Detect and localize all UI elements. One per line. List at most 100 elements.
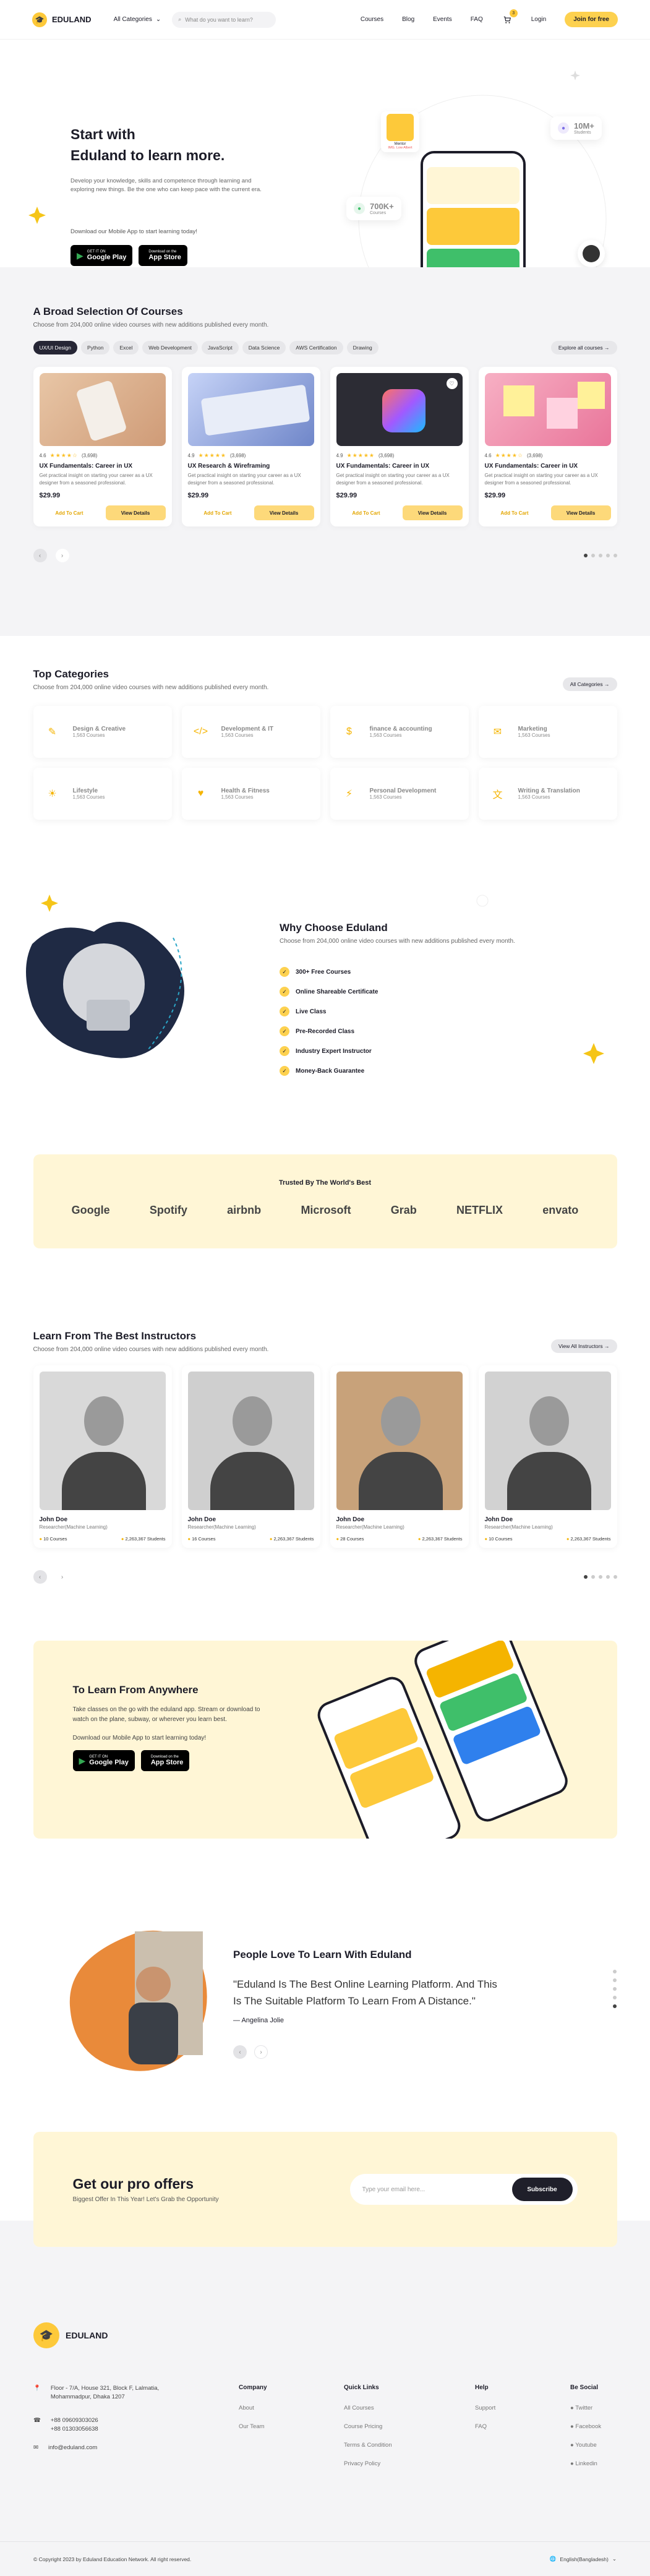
login-link[interactable]: Login [531, 16, 546, 23]
explore-courses-button[interactable]: Explore all courses → [550, 341, 617, 354]
chip-aws[interactable]: AWS Certification [289, 341, 343, 354]
dot[interactable] [591, 1575, 595, 1579]
join-button[interactable]: Join for free [565, 12, 618, 27]
footer-logo[interactable]: 🎓 EDULAND [33, 2322, 108, 2348]
footer-link-facebook[interactable]: ● Facebook [570, 2423, 601, 2442]
nav-events[interactable]: Events [433, 16, 452, 23]
instructor-name[interactable]: John Doe [40, 1516, 166, 1523]
category-card[interactable]: ♥ Health & Fitness 1,563 Courses [181, 768, 320, 820]
dot[interactable] [598, 1575, 602, 1579]
instructor-name[interactable]: John Doe [336, 1516, 463, 1523]
view-details-button[interactable]: View Details [254, 505, 314, 520]
search-input[interactable]: What do you want to learn? [185, 17, 253, 23]
dot[interactable] [605, 554, 610, 557]
chip-datascience[interactable]: Data Science [242, 341, 286, 354]
dot[interactable] [613, 2004, 617, 2008]
instructor-name[interactable]: John Doe [188, 1516, 314, 1523]
nav-blog[interactable]: Blog [402, 16, 414, 23]
heart-icon[interactable]: ♡ [446, 378, 458, 389]
category-card[interactable]: $ finance & accounting 1,563 Courses [330, 706, 469, 758]
footer-link-support[interactable]: Support [475, 2405, 495, 2423]
chip-excel[interactable]: Excel [113, 341, 139, 354]
instructor-card[interactable]: John Doe Researcher(Machine Learning) ● 28… [330, 1365, 469, 1548]
dot[interactable] [583, 1575, 588, 1579]
add-to-cart-button[interactable]: Add To Cart [484, 505, 545, 520]
dot[interactable] [613, 1575, 617, 1579]
language-select[interactable]: 🌐 English(Bangladesh) ⌄ [550, 2556, 617, 2562]
all-categories-button[interactable]: All Categories → [562, 677, 617, 691]
chip-javascript[interactable]: JavaScript [202, 341, 239, 354]
dot[interactable] [605, 1575, 610, 1579]
subscribe-button[interactable]: Subscribe [511, 2178, 573, 2201]
footer-link-about[interactable]: About [239, 2405, 267, 2423]
add-to-cart-button[interactable]: Add To Cart [187, 505, 248, 520]
course-card[interactable]: ♡ 4.9 ★★★★★ (3,698) UX Fundamentals: Caree… [330, 367, 469, 526]
view-details-button[interactable]: View Details [550, 505, 611, 520]
pro-offer-section: Get our pro offers Biggest Offer In This… [0, 2132, 650, 2290]
course-card[interactable]: 4.6 ★★★★☆ (3,698) UX Fundamentals: Career … [33, 367, 172, 526]
google-play-button[interactable]: ▶ GET IT ON Google Play [72, 1750, 135, 1771]
instructor-name[interactable]: John Doe [485, 1516, 611, 1523]
footer-link-terms[interactable]: Terms & Condition [344, 2442, 392, 2460]
dot[interactable] [613, 1996, 617, 1999]
next-arrow-icon[interactable]: › [55, 1570, 69, 1584]
course-title[interactable]: UX Fundamentals: Career in UX [485, 463, 611, 470]
view-all-instructors-button[interactable]: View All Instructors → [550, 1339, 617, 1353]
view-details-button[interactable]: View Details [402, 505, 463, 520]
app-store-button[interactable]: Download on the App Store [139, 245, 187, 266]
dot[interactable] [613, 1978, 617, 1982]
category-card[interactable]: ⚡ Personal Development 1,563 Courses [330, 768, 469, 820]
dot[interactable] [583, 554, 588, 557]
next-arrow-icon[interactable]: › [254, 2045, 268, 2059]
dot[interactable] [591, 554, 595, 557]
email-input[interactable]: Type your email here... [362, 2186, 425, 2193]
footer-link-youtube[interactable]: ● Youtube [570, 2442, 601, 2460]
next-arrow-icon[interactable]: › [55, 549, 69, 562]
footer-link-privacy[interactable]: Privacy Policy [344, 2460, 392, 2479]
chip-python[interactable]: Python [81, 341, 110, 354]
dot[interactable] [613, 554, 617, 557]
category-card[interactable]: ☀ Lifestyle 1,563 Courses [33, 768, 172, 820]
footer-link-linkedin[interactable]: ● Linkedin [570, 2460, 601, 2479]
view-details-button[interactable]: View Details [105, 505, 166, 520]
footer-email[interactable]: info@eduland.com [48, 2444, 97, 2452]
app-store-button[interactable]: Download on the App Store [140, 1750, 190, 1771]
category-card[interactable]: ✎ Design & Creative 1,563 Courses [33, 706, 172, 758]
chip-uxui[interactable]: UX/UI Design [33, 341, 77, 354]
dot[interactable] [613, 1970, 617, 1973]
footer-phone-1[interactable]: +88 09609303026 [51, 2417, 98, 2424]
category-card[interactable]: 文 Writing & Translation 1,563 Courses [478, 768, 617, 820]
add-to-cart-button[interactable]: Add To Cart [336, 505, 396, 520]
course-title[interactable]: UX Fundamentals: Career in UX [336, 463, 463, 470]
search-box[interactable]: ⌕ What do you want to learn? [172, 11, 276, 28]
category-select[interactable]: All Categories ⌄ [114, 16, 161, 23]
chip-webdev[interactable]: Web Development [142, 341, 199, 354]
dot[interactable] [613, 1987, 617, 1991]
course-title[interactable]: UX Fundamentals: Career in UX [40, 463, 166, 470]
category-card[interactable]: </> Development & IT 1,563 Courses [181, 706, 320, 758]
instructor-card[interactable]: John Doe Researcher(Machine Learning) ● 16… [181, 1365, 320, 1548]
course-title[interactable]: UX Research & Wireframing [188, 463, 314, 470]
cart-button[interactable]: 3 [502, 9, 518, 25]
nav-courses[interactable]: Courses [361, 16, 383, 23]
add-to-cart-button[interactable]: Add To Cart [39, 505, 100, 520]
footer-link-faq[interactable]: FAQ [475, 2423, 495, 2442]
footer-link-pricing[interactable]: Course Pricing [344, 2423, 392, 2442]
prev-arrow-icon[interactable]: ‹ [33, 549, 47, 562]
prev-arrow-icon[interactable]: ‹ [33, 1570, 47, 1584]
footer-link-twitter[interactable]: ● Twitter [570, 2405, 601, 2423]
instructor-card[interactable]: John Doe Researcher(Machine Learning) ● 10… [478, 1365, 617, 1548]
instructor-card[interactable]: John Doe Researcher(Machine Learning) ● 10… [33, 1365, 172, 1548]
logo[interactable]: 🎓 EDULAND [32, 12, 92, 27]
google-play-button[interactable]: ▶ GET IT ON Google Play [71, 245, 133, 266]
course-card[interactable]: 4.9 ★★★★★ (3,698) UX Research & Wireframin… [181, 367, 320, 526]
nav-faq[interactable]: FAQ [471, 16, 483, 23]
chip-drawing[interactable]: Drawing [346, 341, 378, 354]
footer-link-team[interactable]: Our Team [239, 2423, 267, 2442]
category-card[interactable]: ✉ Marketing 1,563 Courses [478, 706, 617, 758]
dot[interactable] [598, 554, 602, 557]
prev-arrow-icon[interactable]: ‹ [233, 2045, 247, 2059]
footer-link-courses[interactable]: All Courses [344, 2405, 392, 2423]
footer-phone-2[interactable]: +88 01303056638 [51, 2426, 98, 2432]
course-card[interactable]: 4.6 ★★★★☆ (3,698) UX Fundamentals: Career … [478, 367, 617, 526]
